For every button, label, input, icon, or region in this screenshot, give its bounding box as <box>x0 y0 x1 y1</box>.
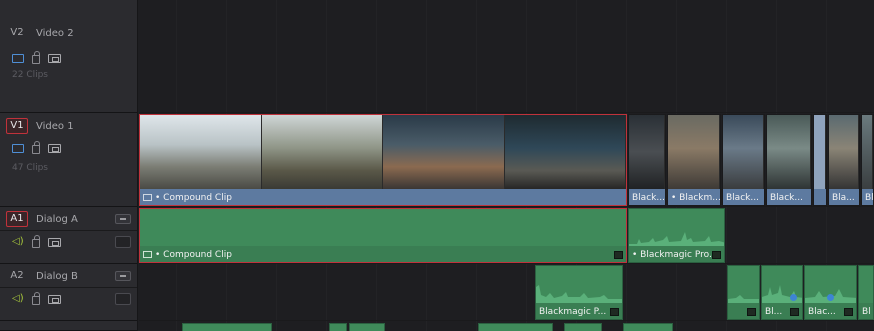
keyframe-marker[interactable] <box>790 294 797 301</box>
track-id-a1[interactable]: A1 <box>6 211 28 227</box>
clip-label: Black... <box>770 193 803 203</box>
waveform <box>762 285 802 303</box>
clip-badge <box>712 251 721 259</box>
track-name-v2[interactable]: Video 2 <box>36 28 74 39</box>
waveform <box>728 295 759 303</box>
clip-label: Bl <box>865 193 874 203</box>
clip-badge <box>610 308 619 316</box>
clip-badge <box>747 308 756 316</box>
lock-icon[interactable] <box>32 140 40 154</box>
auto-select-icon[interactable] <box>48 237 61 247</box>
audio-clip[interactable]: Bl <box>858 265 874 320</box>
keyframe-marker[interactable] <box>827 294 834 301</box>
waveform <box>629 232 724 246</box>
track-header-v2: V2 Video 2 22 Clips <box>0 0 137 113</box>
clip-count-v1: 47 Clips <box>12 163 48 173</box>
clip-label: Bl... <box>765 307 783 317</box>
video-clip[interactable]: Bl <box>861 114 874 206</box>
audio-clip-compound[interactable]: • Compound Clip <box>139 208 627 263</box>
clip-thumbnails <box>140 115 626 189</box>
lock-icon[interactable] <box>32 50 40 64</box>
track-id-v1[interactable]: V1 <box>6 118 28 134</box>
audio-clip[interactable] <box>727 265 760 320</box>
monitor-icon[interactable] <box>12 143 24 153</box>
lock-icon[interactable] <box>32 234 40 248</box>
video-clip[interactable]: Black... <box>628 114 666 206</box>
compound-clip-icon <box>143 251 152 258</box>
lane-v2[interactable] <box>139 0 874 113</box>
audio-meter <box>115 293 131 305</box>
audio-clip[interactable]: Blac... <box>804 265 857 320</box>
video-clip[interactable]: Bla... <box>828 114 860 206</box>
track-header-a1: A1 Dialog A ◁) <box>0 207 137 264</box>
clip-badge <box>614 251 623 259</box>
track-name-v1[interactable]: Video 1 <box>36 121 74 132</box>
clip-label: Blackmagic P... <box>539 307 607 317</box>
clip-label: • Compound Clip <box>143 193 232 203</box>
clip-label: Bl <box>862 307 871 317</box>
lock-icon[interactable] <box>32 291 40 305</box>
track-name-a1[interactable]: Dialog A <box>36 214 78 225</box>
track-options-button[interactable] <box>115 271 131 281</box>
video-clip[interactable] <box>813 114 827 206</box>
audio-clip[interactable]: Bl... <box>761 265 803 320</box>
auto-select-icon[interactable] <box>48 143 61 153</box>
clip-badge <box>790 308 799 316</box>
track-id-v2[interactable]: V2 <box>6 25 28 41</box>
auto-select-icon[interactable] <box>48 53 61 63</box>
track-options-button[interactable] <box>115 214 131 224</box>
audio-clip[interactable] <box>182 323 272 331</box>
clip-badge <box>844 308 853 316</box>
timeline-tracks[interactable]: • Compound Clip Black... • Blackm... Bla… <box>139 0 874 331</box>
video-clip-compound[interactable]: • Compound Clip <box>139 114 627 206</box>
speaker-icon[interactable]: ◁) <box>12 294 24 304</box>
clip-label: • Blackmagic Pro... <box>632 250 718 260</box>
monitor-icon[interactable] <box>12 53 24 63</box>
auto-select-icon[interactable] <box>48 294 61 304</box>
audio-clip[interactable] <box>623 323 673 331</box>
audio-clip[interactable] <box>349 323 385 331</box>
clip-label: Black... <box>726 193 759 203</box>
track-id-a2[interactable]: A2 <box>6 268 28 284</box>
track-header-column: V2 Video 2 22 Clips V1 Video 1 47 Clips <box>0 0 138 331</box>
speaker-icon[interactable]: ◁) <box>12 237 24 247</box>
audio-meter <box>115 236 131 248</box>
audio-clip[interactable] <box>478 323 553 331</box>
audio-clip[interactable]: Blackmagic P... <box>535 265 623 320</box>
clip-label: • Blackm... <box>671 193 721 203</box>
audio-clip[interactable] <box>329 323 347 331</box>
track-header-a2: A2 Dialog B ◁) <box>0 264 137 321</box>
clip-label: Bla... <box>832 193 855 203</box>
video-clip[interactable]: Black... <box>766 114 812 206</box>
audio-clip[interactable]: • Blackmagic Pro... <box>628 208 725 263</box>
waveform <box>536 285 622 303</box>
audio-clip[interactable] <box>564 323 602 331</box>
track-name-a2[interactable]: Dialog B <box>36 271 78 282</box>
track-header-a3 <box>0 321 137 331</box>
clip-label: Black... <box>632 193 665 203</box>
clip-label: Blac... <box>808 307 836 317</box>
clip-count-v2: 22 Clips <box>12 70 48 80</box>
track-header-v1: V1 Video 1 47 Clips <box>0 113 137 207</box>
compound-clip-icon <box>143 194 152 201</box>
video-clip[interactable]: • Blackm... <box>667 114 721 206</box>
clip-label: • Compound Clip <box>143 250 232 260</box>
timeline-editor: V2 Video 2 22 Clips V1 Video 1 47 Clips <box>0 0 874 331</box>
video-clip[interactable]: Black... <box>722 114 765 206</box>
